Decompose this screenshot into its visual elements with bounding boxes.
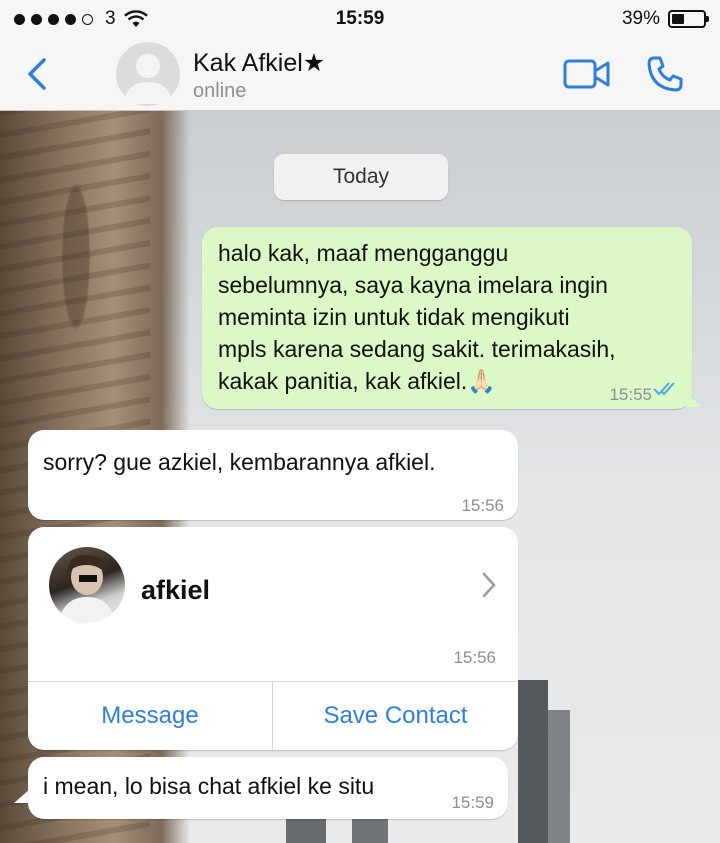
chat-header: Kak Afkiel★ online xyxy=(0,40,720,111)
voice-call-button[interactable] xyxy=(645,54,685,94)
message-time: 15:59 xyxy=(451,793,494,812)
save-contact-button[interactable]: Save Contact xyxy=(273,682,518,750)
incoming-message[interactable]: sorry? gue azkiel, kembarannya afkiel. 1… xyxy=(28,430,518,520)
battery-area: 39% xyxy=(621,8,709,30)
double-check-icon xyxy=(653,382,675,396)
chevron-left-icon xyxy=(28,58,46,90)
message-text: halo kak, maaf mengganggu sebelumnya, sa… xyxy=(218,240,616,394)
wallpaper-rock xyxy=(518,680,548,843)
clock: 15:59 xyxy=(335,8,385,29)
status-bar: 3 15:59 39% xyxy=(0,0,720,40)
contact-card-avatar xyxy=(49,547,125,623)
video-camera-icon xyxy=(563,59,610,89)
video-call-button[interactable] xyxy=(562,56,612,92)
default-avatar-icon xyxy=(124,54,172,104)
bubble-tail xyxy=(14,789,30,803)
bubble-tail xyxy=(686,393,702,407)
message-text: i mean, lo bisa chat afkiel ke situ xyxy=(43,773,375,799)
message-time: 15:56 xyxy=(461,496,504,515)
date-separator: Today xyxy=(274,154,448,200)
battery-percent: 39% xyxy=(621,8,660,29)
contact-name[interactable]: Kak Afkiel★ xyxy=(193,48,325,78)
phone-icon xyxy=(647,56,683,92)
contact-details-button[interactable] xyxy=(480,571,498,599)
battery-level xyxy=(672,14,684,24)
message-time: 15:55 xyxy=(609,385,652,404)
message-time: 15:56 xyxy=(453,648,496,667)
message-text: sorry? gue azkiel, kembarannya afkiel. xyxy=(43,449,436,475)
contact-card[interactable]: afkiel 15:56 Message Save Contact xyxy=(28,527,518,750)
chevron-right-icon xyxy=(482,572,496,598)
back-button[interactable] xyxy=(22,54,54,94)
contact-card-name: afkiel xyxy=(141,575,211,605)
outgoing-message[interactable]: halo kak, maaf mengganggu sebelumnya, sa… xyxy=(202,227,692,409)
contact-avatar[interactable] xyxy=(116,42,180,106)
contact-status: online xyxy=(193,80,247,102)
incoming-message[interactable]: i mean, lo bisa chat afkiel ke situ 15:5… xyxy=(28,757,508,819)
battery-icon xyxy=(668,10,709,28)
contact-photo xyxy=(59,554,115,623)
wallpaper-rock xyxy=(548,710,570,843)
message-contact-button[interactable]: Message xyxy=(28,682,272,750)
